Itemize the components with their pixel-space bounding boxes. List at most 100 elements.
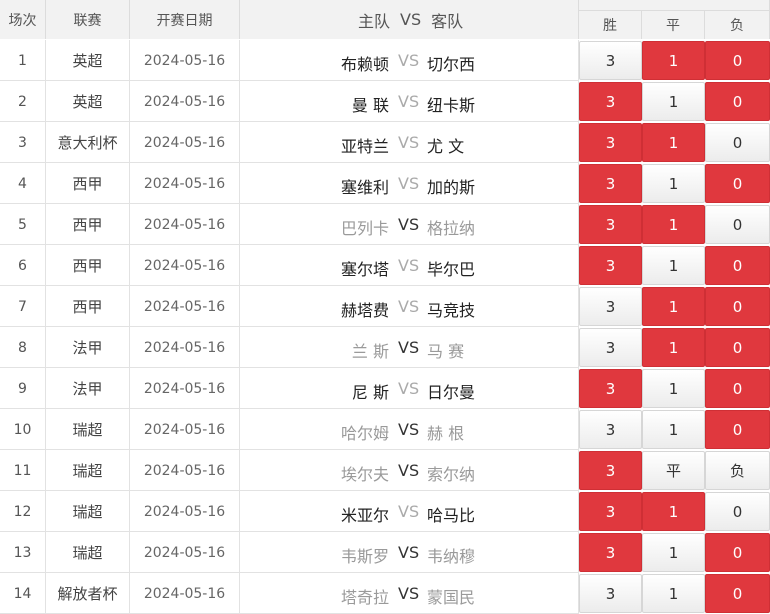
vs-label: VS xyxy=(398,215,420,234)
lose-option-button[interactable]: 0 xyxy=(705,369,770,408)
draw-option-button[interactable]: 1 xyxy=(642,574,705,613)
home-team: 亚特兰 xyxy=(340,137,389,156)
row-league: 瑞超 xyxy=(46,409,130,450)
home-team: 尼 斯 xyxy=(351,383,389,402)
row-league: 英超 xyxy=(46,81,130,122)
row-league: 法甲 xyxy=(46,327,130,368)
row-teams: 塞尔塔 VS 毕尔巴 xyxy=(240,245,579,286)
row-date: 2024-05-16 xyxy=(130,327,240,368)
win-option-button[interactable]: 3 xyxy=(579,164,642,203)
row-index: 9 xyxy=(0,368,46,409)
table-row: 14 解放者杯 2024-05-16 塔奇拉 VS 蒙国民 3 1 0 xyxy=(0,573,770,614)
row-teams: 曼 联 VS 纽卡斯 xyxy=(240,81,579,122)
lose-option-button[interactable]: 负 xyxy=(705,451,770,490)
win-option-button[interactable]: 3 xyxy=(579,41,642,80)
row-league: 解放者杯 xyxy=(46,573,130,614)
lose-option-button[interactable]: 0 xyxy=(705,246,770,285)
row-date: 2024-05-16 xyxy=(130,573,240,614)
header-draw: 平 xyxy=(642,11,705,39)
win-option-button[interactable]: 3 xyxy=(579,410,642,449)
lose-option-button[interactable]: 0 xyxy=(705,328,770,367)
draw-option-button[interactable]: 1 xyxy=(642,164,705,203)
lose-option-button[interactable]: 0 xyxy=(705,492,770,531)
lose-option-button[interactable]: 0 xyxy=(705,82,770,121)
lose-option-button[interactable]: 0 xyxy=(705,205,770,244)
win-option-button[interactable]: 3 xyxy=(579,533,642,572)
vs-label: VS xyxy=(398,133,420,152)
win-option-button[interactable]: 3 xyxy=(579,451,642,490)
lose-option-button[interactable]: 0 xyxy=(705,287,770,326)
row-date: 2024-05-16 xyxy=(130,204,240,245)
row-league: 瑞超 xyxy=(46,491,130,532)
lose-option-button[interactable]: 0 xyxy=(705,410,770,449)
draw-option-button[interactable]: 1 xyxy=(642,533,705,572)
row-index: 4 xyxy=(0,163,46,204)
lose-option-button[interactable]: 0 xyxy=(705,164,770,203)
win-option-button[interactable]: 3 xyxy=(579,123,642,162)
home-team: 曼 联 xyxy=(351,96,389,115)
draw-option-button[interactable]: 1 xyxy=(642,492,705,531)
header-result-group xyxy=(579,0,770,11)
row-league: 西甲 xyxy=(46,163,130,204)
table-row: 4 西甲 2024-05-16 塞维利 VS 加的斯 3 1 0 xyxy=(0,163,770,204)
lose-option-button[interactable]: 0 xyxy=(705,123,770,162)
header-vs: VS xyxy=(400,10,422,29)
draw-option-button[interactable]: 1 xyxy=(642,246,705,285)
win-option-button[interactable]: 3 xyxy=(579,287,642,326)
row-index: 8 xyxy=(0,327,46,368)
row-teams: 塔奇拉 VS 蒙国民 xyxy=(240,573,579,614)
win-option-button[interactable]: 3 xyxy=(579,328,642,367)
table-row: 8 法甲 2024-05-16 兰 斯 VS 马 赛 310 xyxy=(0,327,770,368)
table-row: 5 西甲 2024-05-16 巴列卡 VS 格拉纳 3 1 0 xyxy=(0,204,770,245)
row-index: 1 xyxy=(0,40,46,81)
row-teams: 亚特兰 VS 尤 文 xyxy=(240,122,579,163)
table-row: 10 瑞超 2024-05-16 哈尔姆 VS 赫 根310 xyxy=(0,409,770,450)
row-date: 2024-05-16 xyxy=(130,40,240,81)
home-team: 塞维利 xyxy=(340,178,389,197)
table-row: 13 瑞超 2024-05-16 韦斯罗 VS 韦纳穆 3 1 0 xyxy=(0,532,770,573)
win-option-button[interactable]: 3 xyxy=(579,574,642,613)
away-team: 格拉纳 xyxy=(427,219,476,238)
home-team: 塞尔塔 xyxy=(340,260,389,279)
win-option-button[interactable]: 3 xyxy=(579,492,642,531)
away-team: 赫 根 xyxy=(427,424,465,443)
row-teams: 尼 斯 VS 日尔曼 xyxy=(240,368,579,409)
row-index: 11 xyxy=(0,450,46,491)
win-option-button[interactable]: 3 xyxy=(579,246,642,285)
draw-option-button[interactable]: 1 xyxy=(642,41,705,80)
row-league: 瑞超 xyxy=(46,450,130,491)
draw-option-button[interactable]: 1 xyxy=(642,328,705,367)
row-league: 西甲 xyxy=(46,245,130,286)
row-date: 2024-05-16 xyxy=(130,368,240,409)
row-date: 2024-05-16 xyxy=(130,163,240,204)
lose-option-button[interactable]: 0 xyxy=(705,574,770,613)
draw-option-button[interactable]: 1 xyxy=(642,123,705,162)
row-index: 6 xyxy=(0,245,46,286)
away-team: 毕尔巴 xyxy=(427,260,476,279)
win-option-button[interactable]: 3 xyxy=(579,82,642,121)
vs-label: VS xyxy=(398,584,420,603)
away-team: 加的斯 xyxy=(427,178,476,197)
vs-label: VS xyxy=(398,256,420,275)
header-home: 主队 xyxy=(358,11,391,31)
draw-option-button[interactable]: 1 xyxy=(642,205,705,244)
home-team: 兰 斯 xyxy=(351,342,389,361)
draw-option-button[interactable]: 1 xyxy=(642,369,705,408)
header-lose: 负 xyxy=(705,11,770,39)
win-option-button[interactable]: 3 xyxy=(579,205,642,244)
row-teams: 巴列卡 VS 格拉纳 xyxy=(240,204,579,245)
draw-option-button[interactable]: 平 xyxy=(642,451,705,490)
away-team: 切尔西 xyxy=(427,55,476,74)
lose-option-button[interactable]: 0 xyxy=(705,533,770,572)
table-row: 12 瑞超 2024-05-16 米亚尔 VS 哈马比 3 1 0 xyxy=(0,491,770,532)
lose-option-button[interactable]: 0 xyxy=(705,41,770,80)
draw-option-button[interactable]: 1 xyxy=(642,410,705,449)
win-option-button[interactable]: 3 xyxy=(579,369,642,408)
table-row: 6 西甲 2024-05-16 塞尔塔 VS 毕尔巴 3 1 0 xyxy=(0,245,770,286)
row-league: 英超 xyxy=(46,40,130,81)
draw-option-button[interactable]: 1 xyxy=(642,287,705,326)
row-index: 14 xyxy=(0,573,46,614)
row-league: 西甲 xyxy=(46,204,130,245)
vs-label: VS xyxy=(398,338,420,357)
draw-option-button[interactable]: 1 xyxy=(642,82,705,121)
